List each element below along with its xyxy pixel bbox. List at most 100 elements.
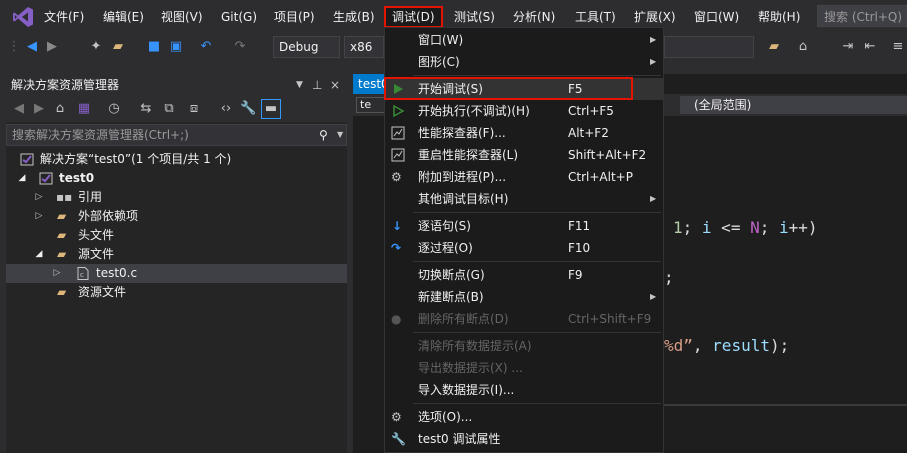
menu-item-toggle-breakpoint[interactable]: 切换断点(G) F9 — [385, 264, 663, 286]
menu-item-label: 逐语句(S) — [418, 219, 471, 233]
menu-item-delete-all-breakpoints[interactable]: ● 删除所有断点(D) Ctrl+Shift+F9 — [385, 308, 663, 330]
svg-text:c: c — [80, 271, 84, 279]
menu-file[interactable]: 文件(F) — [44, 8, 84, 26]
view-code-icon[interactable]: ‹› — [218, 101, 234, 117]
menu-item-step-into[interactable]: ↓ 逐语句(S) F11 — [385, 215, 663, 237]
tree-header-files[interactable]: ▰ 头文件 — [6, 226, 347, 245]
folder-view-icon[interactable]: ▰ — [766, 39, 782, 55]
quick-search-input[interactable]: 搜索 (Ctrl+Q) — [817, 5, 907, 27]
filter-folder-icon: ▰ — [57, 228, 67, 242]
menu-item-attach-to-process[interactable]: ⚙ 附加到进程(P)... Ctrl+Alt+P — [385, 166, 663, 188]
tree-external-deps[interactable]: ▷ ▰ 外部依赖项 — [6, 207, 347, 226]
save-all-icon[interactable]: ▣ — [168, 39, 184, 55]
tree-source-files[interactable]: ◢ ▰ 源文件 — [6, 245, 347, 264]
home-view-icon[interactable]: ⌂ — [795, 39, 811, 55]
menu-item-start-without-debugging[interactable]: 开始执行(不调试)(H) Ctrl+F5 — [385, 100, 663, 122]
menu-item-new-breakpoint[interactable]: 新建断点(B) ▶ — [385, 286, 663, 308]
search-options-icon[interactable]: ▼ — [337, 125, 343, 145]
menu-item-label: 选项(O)... — [418, 410, 473, 424]
back-icon[interactable]: ◀ — [11, 101, 27, 117]
menu-item-import-datatips[interactable]: 导入数据提示(I)... — [385, 379, 663, 401]
close-icon[interactable]: × — [330, 74, 340, 96]
menu-extensions[interactable]: 扩展(X) — [634, 8, 676, 26]
menu-tools[interactable]: 工具(T) — [575, 8, 616, 26]
open-folder-icon[interactable]: ▰ — [110, 39, 126, 55]
sync-icon[interactable]: ⇆ — [138, 101, 154, 117]
menu-separator — [413, 212, 661, 213]
menu-item-other-debug-targets[interactable]: 其他调试目标(H) ▶ — [385, 188, 663, 210]
menu-build[interactable]: 生成(B) — [333, 8, 375, 26]
tree-file-test0c[interactable]: ▷ c test0.c — [6, 264, 347, 283]
menu-item-clear-datatips[interactable]: 清除所有数据提示(A) — [385, 335, 663, 357]
menu-item-export-datatips[interactable]: 导出数据提示(X) ... — [385, 357, 663, 379]
configuration-select[interactable]: Debug — [273, 36, 340, 58]
menu-window[interactable]: 窗口(W) — [694, 8, 739, 26]
platform-select[interactable]: x86 — [344, 36, 384, 58]
comment-icon[interactable]: ≡ — [890, 39, 906, 55]
show-all-files-icon[interactable]: ⧈ — [186, 101, 202, 117]
tree-project[interactable]: ◢ test0 — [6, 169, 347, 188]
properties-icon[interactable]: 🔧 — [240, 101, 256, 117]
startup-item-select[interactable] — [664, 36, 754, 58]
tree-label: 外部依赖项 — [78, 209, 139, 223]
menu-item-label: 导出数据提示(X) ... — [418, 361, 523, 375]
menu-item-label: 导入数据提示(I)... — [418, 383, 515, 397]
menu-git[interactable]: Git(G) — [221, 8, 257, 26]
pin-icon[interactable]: ⊥ — [312, 74, 322, 96]
back-icon[interactable]: ◀ — [24, 39, 40, 55]
solution-search-input[interactable]: 搜索解决方案资源管理器(Ctrl+;) ⚲ ▼ — [6, 124, 347, 146]
menu-item-step-over[interactable]: ↷ 逐过程(O) F10 — [385, 237, 663, 259]
tree-label: 头文件 — [78, 228, 115, 242]
menu-item-performance-profiler[interactable]: 性能探查器(F)... Alt+F2 — [385, 122, 663, 144]
filter-folder-icon: ▰ — [57, 285, 67, 299]
menu-project[interactable]: 项目(P) — [274, 8, 315, 26]
step-into-icon: ↓ — [392, 219, 403, 233]
menu-item-label: 重启性能探查器(L) — [418, 148, 519, 162]
menu-item-label: 图形(C) — [418, 55, 460, 69]
tree-label: 引用 — [78, 190, 103, 204]
menu-item-window[interactable]: 窗口(W) ▶ — [385, 29, 663, 51]
indent-icon[interactable]: ⇥ — [840, 39, 856, 55]
editor-tab[interactable]: test0 — [353, 74, 389, 94]
menu-item-options[interactable]: ⚙ 选项(O)... — [385, 406, 663, 428]
menu-item-shortcut: Ctrl+Shift+F9 — [568, 312, 652, 326]
forward-icon[interactable]: ▶ — [44, 39, 60, 55]
menu-help[interactable]: 帮助(H) — [758, 8, 800, 26]
preview-selected-icon[interactable]: ▬ — [261, 99, 281, 119]
menu-analyze[interactable]: 分析(N) — [513, 8, 555, 26]
scope-select[interactable]: (全局范围) — [680, 96, 907, 114]
tree-resource-files[interactable]: ▰ 资源文件 — [6, 283, 347, 302]
project-nav-select[interactable]: te — [356, 97, 386, 113]
code-line: ; — [664, 268, 674, 287]
home-icon[interactable]: ⌂ — [52, 101, 68, 117]
collapsed-icon[interactable]: ▷ — [52, 264, 62, 283]
forward-icon[interactable]: ▶ — [31, 101, 47, 117]
menu-debug[interactable]: 调试(D) — [384, 6, 443, 28]
collapsed-icon[interactable]: ▷ — [34, 207, 44, 226]
menu-item-graphics[interactable]: 图形(C) ▶ — [385, 51, 663, 73]
switch-views-icon[interactable]: ▦ — [76, 101, 92, 117]
pending-changes-filter-icon[interactable]: ◷ — [106, 101, 122, 117]
undo-icon[interactable]: ↶ — [198, 39, 214, 55]
performance-chart-icon — [391, 148, 405, 162]
menu-item-label: test0 调试属性 — [418, 432, 501, 446]
outdent-icon[interactable]: ⇤ — [862, 39, 878, 55]
search-icon[interactable]: ⚲ — [319, 125, 328, 145]
panel-dropdown-icon[interactable]: ▼ — [296, 74, 303, 96]
folder-icon: ▰ — [57, 209, 67, 223]
menu-view[interactable]: 视图(V) — [161, 8, 203, 26]
menu-test[interactable]: 测试(S) — [454, 8, 495, 26]
collapse-all-icon[interactable]: ⧉ — [161, 101, 177, 117]
menu-edit[interactable]: 编辑(E) — [103, 8, 144, 26]
menu-item-debug-properties[interactable]: 🔧 test0 调试属性 — [385, 428, 663, 450]
menu-item-relaunch-profiler[interactable]: 重启性能探查器(L) Shift+Alt+F2 — [385, 144, 663, 166]
project-icon — [39, 172, 53, 185]
tree-references[interactable]: ▷ ▪▪ 引用 — [6, 188, 347, 207]
expanded-icon[interactable]: ◢ — [17, 169, 27, 188]
new-item-icon[interactable]: ✦ — [88, 39, 104, 55]
expanded-icon[interactable]: ◢ — [34, 245, 44, 264]
save-icon[interactable]: ■ — [146, 39, 162, 55]
collapsed-icon[interactable]: ▷ — [34, 188, 44, 207]
tree-solution[interactable]: 解决方案“test0”(1 个项目/共 1 个) — [6, 150, 347, 169]
redo-icon[interactable]: ↷ — [232, 39, 248, 55]
